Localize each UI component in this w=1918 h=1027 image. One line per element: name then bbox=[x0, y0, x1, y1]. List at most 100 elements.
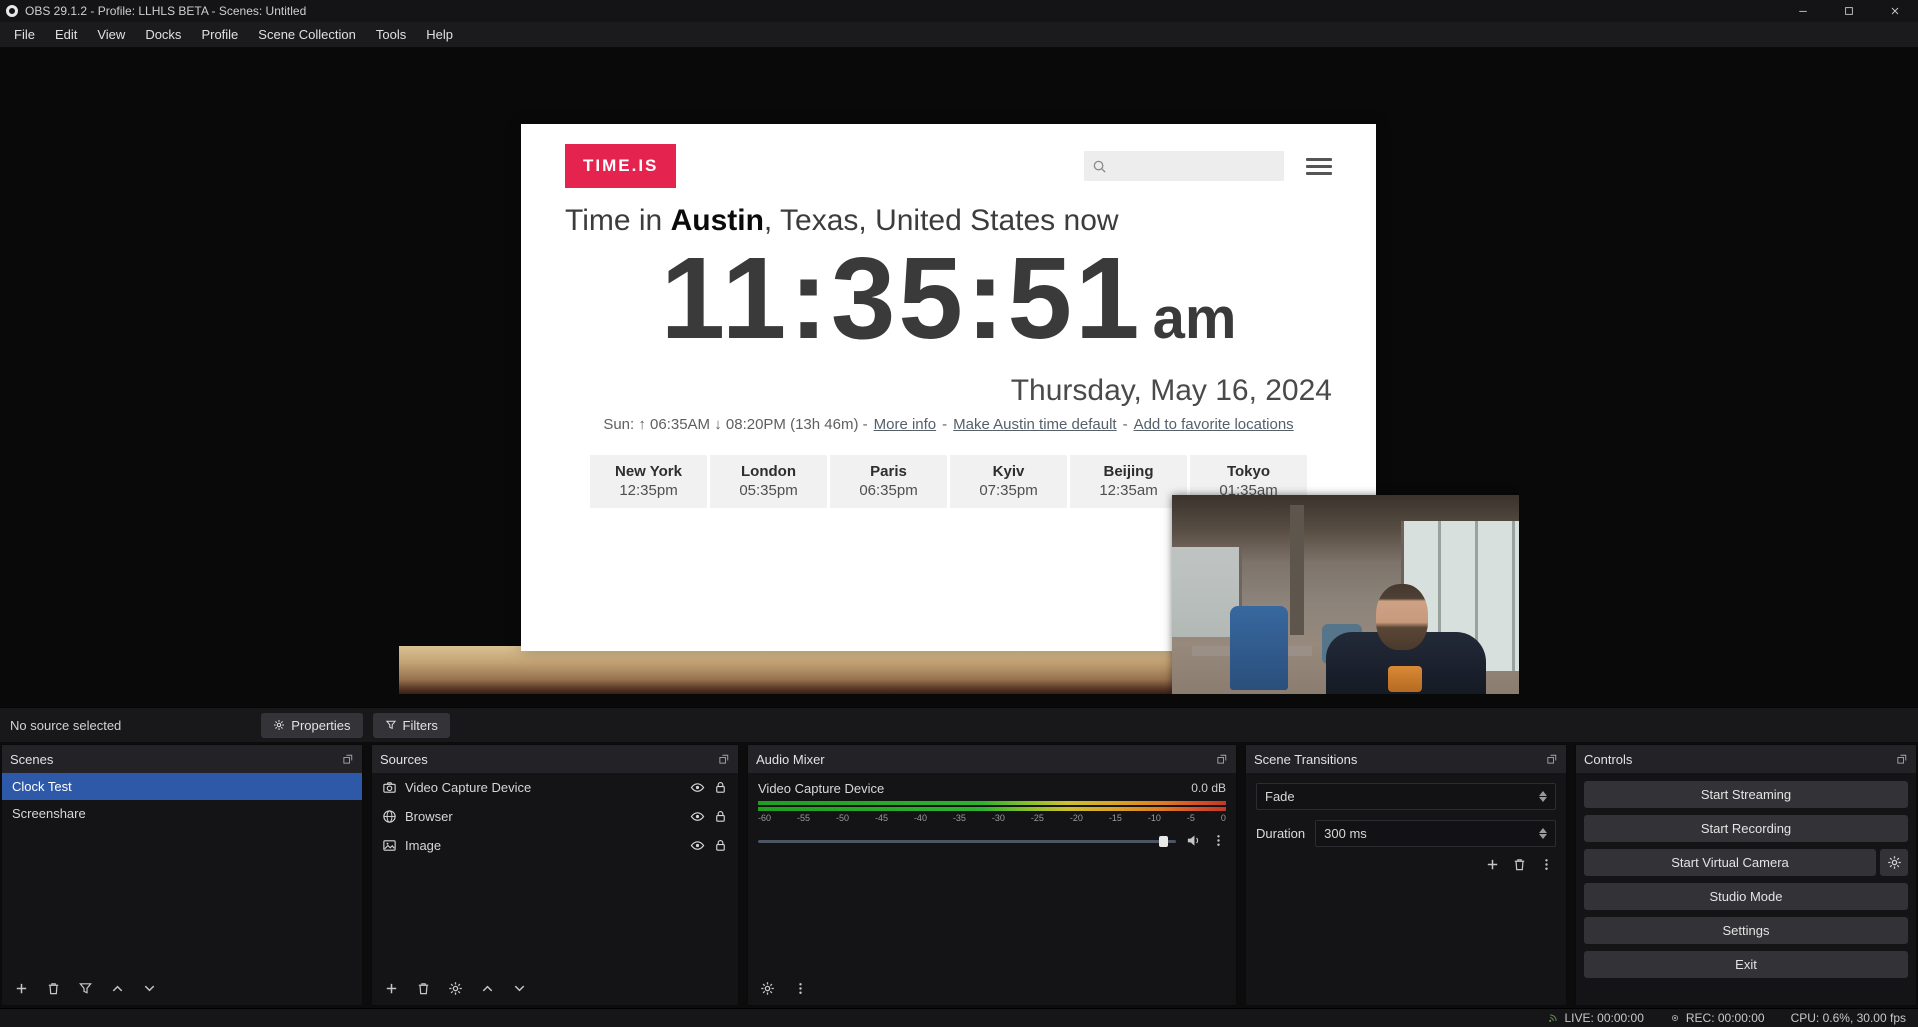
globe-icon bbox=[382, 809, 397, 824]
world-clock-newyork: New York12:35pm bbox=[590, 455, 707, 508]
source-item-image[interactable]: Image bbox=[372, 831, 738, 860]
add-scene-button[interactable] bbox=[14, 981, 29, 996]
hamburger-menu-icon bbox=[1306, 158, 1332, 175]
source-item-browser[interactable]: Browser bbox=[372, 802, 738, 831]
audio-mixer-dock: Audio Mixer Video Capture Device 0.0 dB … bbox=[747, 744, 1237, 1006]
menu-scene-collection[interactable]: Scene Collection bbox=[248, 22, 366, 47]
scenes-toolbar bbox=[2, 971, 362, 1005]
world-clock-london: London05:35pm bbox=[710, 455, 827, 508]
sources-dock: Sources Video Capture Device Browser bbox=[371, 744, 739, 1006]
rec-status: REC: 00:00:00 bbox=[1670, 1011, 1765, 1025]
visibility-eye-icon[interactable] bbox=[690, 809, 705, 824]
transition-options-kebab-icon[interactable] bbox=[1539, 857, 1554, 872]
timeis-logo: TIME.IS bbox=[565, 144, 676, 188]
sources-toolbar bbox=[372, 971, 738, 1005]
popout-icon[interactable] bbox=[1896, 753, 1908, 765]
lock-icon[interactable] bbox=[713, 809, 728, 824]
meter-scale: -60-55-50-45-40-35-30-25-20-15-10-50 bbox=[758, 813, 1226, 825]
channel-options-kebab-icon[interactable] bbox=[1211, 833, 1226, 848]
add-favorite-link: Add to favorite locations bbox=[1134, 416, 1294, 433]
properties-button[interactable]: Properties bbox=[261, 713, 362, 738]
studio-mode-button[interactable]: Studio Mode bbox=[1584, 883, 1908, 910]
obs-logo-icon bbox=[6, 5, 18, 17]
remove-source-button[interactable] bbox=[416, 981, 431, 996]
camera-icon bbox=[382, 780, 397, 795]
scene-filters-button[interactable] bbox=[78, 981, 93, 996]
menu-edit[interactable]: Edit bbox=[45, 22, 87, 47]
minimize-button[interactable] bbox=[1780, 0, 1826, 22]
popout-icon[interactable] bbox=[1546, 753, 1558, 765]
menu-tools[interactable]: Tools bbox=[366, 22, 416, 47]
move-scene-up-button[interactable] bbox=[110, 981, 125, 996]
visibility-eye-icon[interactable] bbox=[690, 838, 705, 853]
duration-label: Duration bbox=[1256, 826, 1305, 841]
sources-dock-title: Sources bbox=[380, 752, 428, 767]
start-streaming-button[interactable]: Start Streaming bbox=[1584, 781, 1908, 808]
remove-scene-button[interactable] bbox=[46, 981, 61, 996]
titlebar: OBS 29.1.2 - Profile: LLHLS BETA - Scene… bbox=[0, 0, 1918, 22]
scenes-dock-title: Scenes bbox=[10, 752, 53, 767]
volume-slider-handle[interactable] bbox=[1159, 836, 1168, 847]
dock-area: Scenes Clock Test Screenshare Sources bbox=[0, 742, 1918, 1008]
exit-button[interactable]: Exit bbox=[1584, 951, 1908, 978]
move-source-down-button[interactable] bbox=[512, 981, 527, 996]
start-recording-button[interactable]: Start Recording bbox=[1584, 815, 1908, 842]
source-item-video-capture[interactable]: Video Capture Device bbox=[372, 773, 738, 802]
volume-slider[interactable] bbox=[758, 835, 1176, 847]
add-transition-button[interactable] bbox=[1485, 857, 1500, 872]
timeis-search-input bbox=[1084, 151, 1284, 181]
maximize-button[interactable] bbox=[1826, 0, 1872, 22]
duration-spinbox[interactable]: 300 ms bbox=[1315, 820, 1556, 847]
person-head bbox=[1376, 584, 1428, 650]
select-arrows-icon bbox=[1539, 791, 1547, 802]
more-info-link: More info bbox=[874, 416, 937, 433]
source-properties-button[interactable] bbox=[448, 981, 463, 996]
move-source-up-button[interactable] bbox=[480, 981, 495, 996]
window-controls bbox=[1780, 0, 1918, 22]
popout-icon[interactable] bbox=[342, 753, 354, 765]
program-canvas[interactable]: TIME.IS Time in Austin, Texas, United St… bbox=[399, 61, 1519, 694]
office-pillar bbox=[1290, 505, 1304, 635]
record-dot-icon bbox=[1670, 1013, 1680, 1023]
popout-icon[interactable] bbox=[1216, 753, 1228, 765]
settings-button[interactable]: Settings bbox=[1584, 917, 1908, 944]
clock-digits: 11:35:51 bbox=[661, 238, 1143, 360]
transition-select[interactable]: Fade bbox=[1256, 783, 1556, 810]
make-default-link: Make Austin time default bbox=[953, 416, 1116, 433]
timeis-sun-line: Sun: ↑ 06:35AM ↓ 08:20PM (13h 46m) - Mor… bbox=[521, 416, 1376, 433]
preview-area[interactable]: TIME.IS Time in Austin, Texas, United St… bbox=[0, 48, 1918, 707]
lock-icon[interactable] bbox=[713, 838, 728, 853]
lock-icon[interactable] bbox=[713, 780, 728, 795]
volume-meter bbox=[758, 801, 1226, 811]
sun-times: Sun: ↑ 06:35AM ↓ 08:20PM (13h 46m) - bbox=[603, 416, 867, 433]
add-source-button[interactable] bbox=[384, 981, 399, 996]
virtual-camera-settings-gear-icon[interactable] bbox=[1880, 849, 1908, 876]
menu-docks[interactable]: Docks bbox=[135, 22, 191, 47]
source-toolbar: No source selected Properties Filters bbox=[0, 707, 1918, 742]
gear-icon bbox=[273, 719, 285, 731]
popout-icon[interactable] bbox=[718, 753, 730, 765]
mixer-channel-name: Video Capture Device bbox=[758, 781, 884, 796]
scene-item-screenshare[interactable]: Screenshare bbox=[2, 800, 362, 827]
start-virtual-camera-button[interactable]: Start Virtual Camera bbox=[1584, 849, 1876, 876]
mixer-options-kebab-icon[interactable] bbox=[793, 981, 808, 996]
move-scene-down-button[interactable] bbox=[142, 981, 157, 996]
advanced-audio-gear-icon[interactable] bbox=[760, 981, 775, 996]
close-button[interactable] bbox=[1872, 0, 1918, 22]
remove-transition-button[interactable] bbox=[1512, 857, 1527, 872]
menu-view[interactable]: View bbox=[87, 22, 135, 47]
timeis-date: Thursday, May 16, 2024 bbox=[521, 374, 1376, 408]
spinbox-arrows-icon bbox=[1539, 828, 1547, 839]
menu-help[interactable]: Help bbox=[416, 22, 463, 47]
menu-profile[interactable]: Profile bbox=[191, 22, 248, 47]
menu-file[interactable]: File bbox=[4, 22, 45, 47]
timeis-clock: 11:35:51 am bbox=[521, 238, 1376, 360]
scene-item-clock-test[interactable]: Clock Test bbox=[2, 773, 362, 800]
mute-speaker-icon[interactable] bbox=[1186, 833, 1201, 848]
world-clock-beijing: Beijing12:35am bbox=[1070, 455, 1187, 508]
controls-dock: Controls Start Streaming Start Recording… bbox=[1575, 744, 1917, 1006]
filters-button[interactable]: Filters bbox=[373, 713, 450, 738]
visibility-eye-icon[interactable] bbox=[690, 780, 705, 795]
cpu-fps-status: CPU: 0.6%, 30.00 fps bbox=[1791, 1011, 1906, 1025]
obs-window: OBS 29.1.2 - Profile: LLHLS BETA - Scene… bbox=[0, 0, 1918, 1027]
